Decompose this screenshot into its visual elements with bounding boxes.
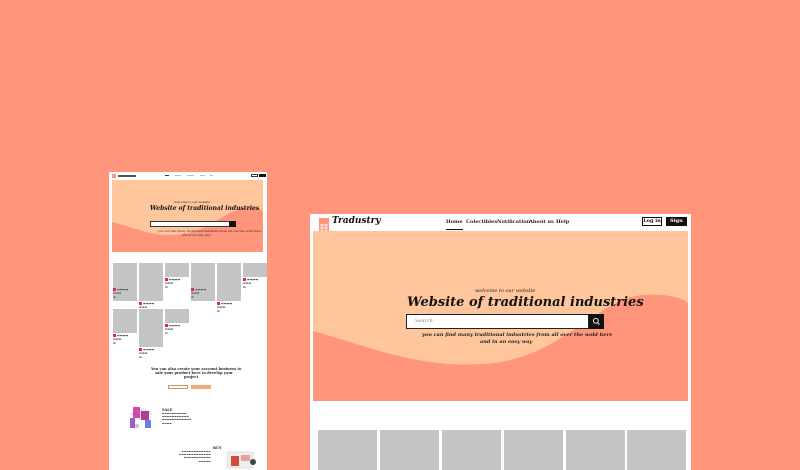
mini-logo-text (118, 175, 136, 177)
product-card[interactable] (318, 430, 377, 470)
product-card[interactable] (627, 430, 686, 470)
nav-item-home[interactable]: Home (446, 219, 463, 230)
mini-product-card (139, 309, 163, 347)
logo-icon (319, 218, 329, 233)
mini-product-card (113, 309, 137, 333)
mini-sale-text: ▬▬▬▬▬▬▬▬▬▬ ▬▬▬▬▬▬▬▬▬▬▬ ▬▬▬▬▬▬▬▬▬▬▬▬ ▬▬▬▬ (162, 412, 192, 425)
mini-login-button (251, 174, 258, 177)
mini-nav-item (210, 175, 213, 176)
main-page-preview: Tradustry Home Colectibles Notification … (310, 214, 691, 470)
mini-hero-welcome: welcome to our website (174, 200, 211, 204)
hero-welcome-text: welcome to our website (475, 288, 536, 294)
mini-card-label: ▬▬▬▬▬▬▬▬ (113, 287, 129, 299)
hero-subtitle-line-2: and in an easy way (480, 339, 533, 345)
mini-product-card (165, 263, 189, 277)
search-placeholder: Search (415, 318, 433, 324)
mini-nav-item (165, 175, 169, 176)
nav-item-about-us[interactable]: About us (529, 219, 554, 225)
signup-button[interactable]: Sign up (666, 217, 687, 233)
mini-card-label: ▬▬▬▬▬▬▬▬ (139, 347, 155, 359)
product-card[interactable] (504, 430, 563, 470)
mini-card-label: ▬▬▬▬▬▬▬▬ (113, 333, 129, 345)
nav-item-help[interactable]: Help (556, 219, 569, 225)
mini-logo-icon (112, 174, 116, 178)
nav-item-colectibles[interactable]: Colectibles (466, 219, 497, 225)
mini-search-input (150, 221, 230, 227)
mini-page-preview: welcome to our website Website of tradit… (109, 172, 267, 470)
mini-cta-login-button (168, 385, 188, 389)
mini-hero-wave (112, 207, 263, 252)
mini-search-button (229, 221, 236, 227)
mini-cta-signup-button (191, 385, 211, 389)
search-input[interactable]: Search (406, 314, 589, 329)
mini-buy-illustration (226, 451, 256, 469)
nav-item-notification[interactable]: Notification (497, 219, 530, 225)
mini-product-card (139, 263, 163, 301)
product-card[interactable] (442, 430, 501, 470)
mini-hero: welcome to our website Website of tradit… (112, 180, 263, 252)
mini-nav-item (187, 175, 194, 176)
brand-name[interactable]: Tradustry (332, 216, 381, 226)
mini-card-label: ▬▬▬▬▬▬▬▬ (191, 287, 207, 299)
mini-buy-text: ▬▬▬▬▬▬▬▬▬▬▬▬ ▬▬▬▬▬▬▬▬▬▬▬▬▬ ▬▬▬▬▬▬▬▬▬▬▬ ▬▬▬▬… (179, 450, 211, 463)
mini-signup-button (259, 174, 266, 177)
mini-nav-item (200, 175, 205, 176)
mini-product-card (243, 263, 267, 277)
mini-product-card (165, 309, 189, 323)
mini-card-label: ▬▬▬▬▬▬▬▬ (217, 301, 233, 313)
product-card[interactable] (566, 430, 625, 470)
mini-product-card (217, 263, 241, 301)
hero-subtitle-line-1: you can find many traditional industries… (422, 332, 613, 338)
hero-title: Website of traditional industries (407, 295, 644, 310)
product-card[interactable] (380, 430, 439, 470)
navbar: Tradustry Home Colectibles Notification … (310, 214, 691, 233)
mini-navbar (109, 172, 267, 180)
mini-card-label: ▬▬▬▬▬▬▬▬ (243, 277, 259, 289)
login-button[interactable]: Log in (642, 217, 662, 226)
mini-card-label: ▬▬▬▬▬▬▬▬ (165, 323, 181, 335)
search-icon (592, 317, 600, 325)
mini-cta-line-3: project (184, 375, 199, 379)
mini-hero-title: Website of traditional industries (150, 205, 260, 212)
mini-card-label: ▬▬▬▬▬▬▬▬ (165, 277, 181, 289)
mini-hero-subtitle-2: and in an easy way (182, 233, 211, 237)
search-button[interactable] (589, 314, 604, 329)
mini-buy-title: BUY (213, 446, 222, 450)
mini-sale-illustration (129, 407, 153, 428)
mini-nav-item (175, 175, 181, 176)
hero-section: welcome to our website Website of tradit… (313, 231, 688, 401)
